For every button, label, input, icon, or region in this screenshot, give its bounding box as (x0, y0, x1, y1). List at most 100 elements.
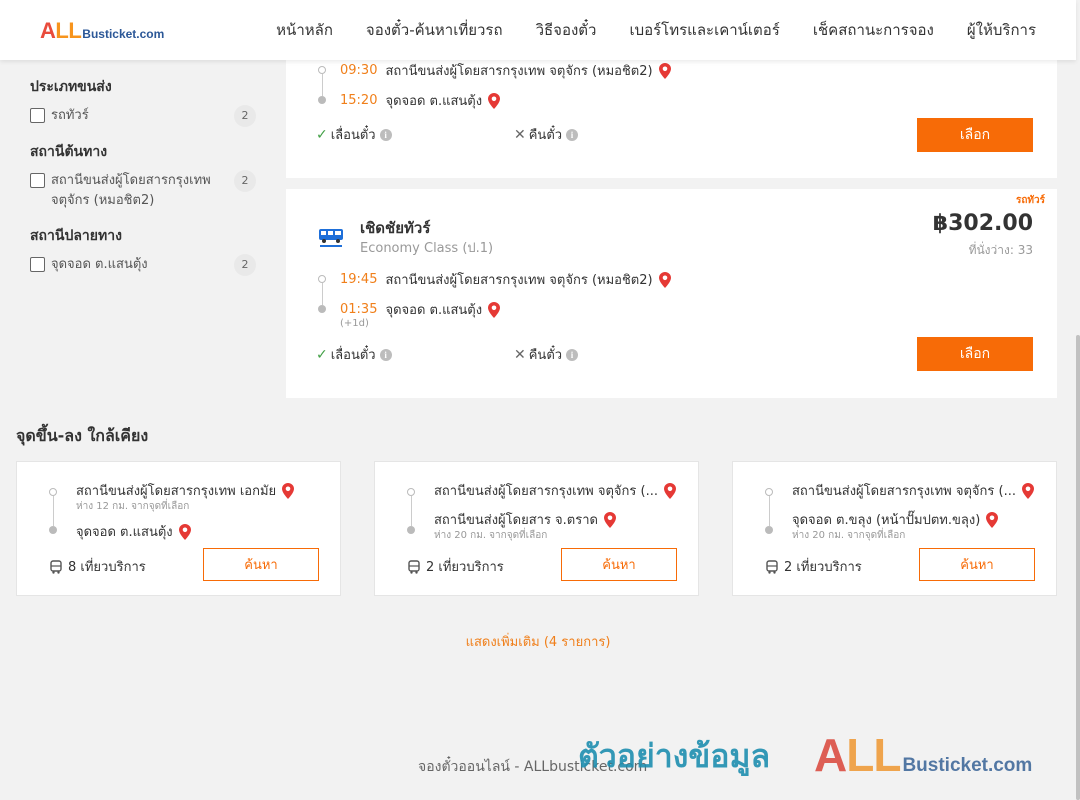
map-pin-icon[interactable] (663, 482, 676, 499)
route-timeline (49, 488, 57, 534)
nearby-search-button[interactable]: ค้นหา (203, 548, 319, 581)
refund-feature: ✕ คืนตั๋ว i (514, 124, 579, 145)
bus-icon (50, 559, 62, 574)
select-trip-button[interactable]: เลือก (917, 337, 1033, 371)
map-pin-icon[interactable] (488, 301, 501, 318)
nearby-from: สถานีขนส่งผู้โดยสารกรุงเทพ เอกมัย (76, 480, 295, 501)
nearby-to-distance: ห่าง 20 กม. จากจุดที่เลือก (792, 530, 906, 541)
origin-dot (49, 488, 57, 496)
filter-checkbox[interactable] (30, 173, 45, 188)
filter-checkbox[interactable] (30, 257, 45, 272)
filter-count-badge: 2 (234, 170, 256, 192)
check-icon: ✓ (316, 346, 328, 363)
filter-option-label: จุดจอด ต.แสนตุ้ง (51, 257, 148, 272)
map-pin-icon[interactable] (282, 482, 295, 499)
filter-option[interactable]: สถานีขนส่งผู้โดยสารกรุงเทพ จตุจักร (หมอช… (30, 170, 256, 211)
nearby-to: จุดจอด ต.แสนตุ้ง (76, 521, 191, 542)
filter-option-left: รถทัวร์ (30, 106, 221, 126)
bus-icon (766, 559, 778, 574)
departure-time: 19:45 (340, 272, 378, 287)
nav-operators[interactable]: ผู้ให้บริการ (967, 18, 1036, 42)
filter-count-badge: 2 (234, 105, 256, 127)
arrival-station: จุดจอด ต.แสนตุ้ง (385, 303, 483, 318)
nearby-trip-count: 8 เที่ยวบริการ (49, 556, 146, 577)
route-line (52, 496, 54, 526)
seats-available: ที่นั่งว่าง: 33 (968, 243, 1033, 257)
logo-all-suffix: LL (55, 18, 82, 43)
logo-all-text: ALL (40, 18, 82, 44)
map-pin-icon[interactable] (658, 62, 671, 79)
nearby-from-distance: ห่าง 12 กม. จากจุดที่เลือก (76, 501, 190, 512)
nav-book-search[interactable]: จองตั๋ว-ค้นหาเที่ยวรถ (366, 18, 503, 42)
map-pin-icon[interactable] (178, 523, 191, 540)
filter-option-label: รถทัวร์ (51, 108, 89, 123)
route-timeline (765, 488, 773, 534)
destination-dot (49, 526, 57, 534)
nearby-section-title: จุดขึ้น-ลง ใกล้เคียง (16, 426, 149, 445)
refund-feature: ✕ คืนตั๋ว i (514, 344, 579, 365)
nearby-to-station: จุดจอด ต.ขลุง (หน้าปั๊มปตท.ขลุง) (792, 513, 981, 528)
logo-all-suffix: LL (846, 729, 901, 781)
nav-booking-status[interactable]: เช็คสถานะการจอง (813, 18, 934, 42)
filter-count-badge: 2 (234, 254, 256, 276)
check-icon: ✓ (316, 126, 328, 143)
departure-row: 09:30 สถานีขนส่งผู้โดยสารกรุงเทพ จตุจักร… (340, 60, 671, 81)
nearby-search-button[interactable]: ค้นหา (561, 548, 677, 581)
map-pin-icon[interactable] (986, 511, 999, 528)
filter-checkbox[interactable] (30, 108, 45, 123)
trip-card: 09:30 สถานีขนส่งผู้โดยสารกรุงเทพ จตุจักร… (286, 60, 1057, 178)
reschedule-label: เลื่อนตั๋ว (330, 348, 376, 363)
nav-contact-counter[interactable]: เบอร์โทรและเคาน์เตอร์ (629, 18, 779, 42)
filter-option[interactable]: จุดจอด ต.แสนตุ้ง 2 (30, 254, 256, 276)
nearby-to-station: สถานีขนส่งผู้โดยสาร จ.ตราด (434, 513, 598, 528)
select-trip-button[interactable]: เลือก (917, 118, 1033, 152)
filter-option-left: สถานีขนส่งผู้โดยสารกรุงเทพ จตุจักร (หมอช… (30, 171, 221, 211)
route-line (321, 283, 323, 305)
refund-label: คืนตั๋ว (528, 128, 563, 143)
x-icon: ✕ (514, 126, 526, 143)
filter-group-origin: สถานีต้นทาง สถานีขนส่งผู้โดยสารกรุงเทพ จ… (30, 141, 256, 211)
nearby-to: สถานีขนส่งผู้โดยสาร จ.ตราด (434, 509, 616, 530)
trip-price: ฿302.00 (932, 211, 1033, 236)
nearby-from: สถานีขนส่งผู้โดยสารกรุงเทพ จตุจักร (... (792, 480, 1034, 501)
nearby-from-station: สถานีขนส่งผู้โดยสารกรุงเทพ จตุจักร (... (434, 484, 658, 499)
map-pin-icon[interactable] (658, 271, 671, 288)
nav-how-to-book[interactable]: วิธีจองตั๋ว (536, 18, 597, 42)
nearby-from-station: สถานีขนส่งผู้โดยสารกรุงเทพ เอกมัย (76, 484, 277, 499)
info-icon[interactable]: i (379, 128, 392, 141)
top-header: ALL Busticket.com หน้าหลัก จองตั๋ว-ค้นหา… (0, 0, 1076, 60)
watermark-logo: ALL Busticket.com (814, 728, 1032, 782)
watermark-logo-all: ALL (814, 728, 901, 782)
scrollbar-thumb[interactable] (1076, 335, 1080, 800)
bus-icon (408, 559, 420, 574)
route-line (410, 496, 412, 526)
filter-title: ประเภทขนส่ง (30, 79, 112, 95)
watermark-logo-all-part: A (814, 729, 847, 781)
route-line (768, 496, 770, 526)
info-icon[interactable]: i (379, 348, 392, 361)
map-pin-icon[interactable] (603, 511, 616, 528)
filter-group-transport-type: ประเภทขนส่ง รถทัวร์ 2 (30, 76, 256, 127)
nearby-from: สถานีขนส่งผู้โดยสารกรุงเทพ จตุจักร (... (434, 480, 676, 501)
map-pin-icon[interactable] (1021, 482, 1034, 499)
logo-busticket-text: Busticket.com (82, 27, 165, 41)
destination-dot (318, 305, 326, 313)
filter-group-destination: สถานีปลายทาง จุดจอด ต.แสนตุ้ง 2 (30, 225, 256, 276)
nearby-to-distance: ห่าง 20 กม. จากจุดที่เลือก (434, 530, 548, 541)
arrival-row: 01:35 จุดจอด ต.แสนตุ้ง (340, 299, 501, 320)
nearby-search-button[interactable]: ค้นหา (919, 548, 1035, 581)
show-more-link[interactable]: แสดงเพิ่มเติม (4 รายการ) (0, 631, 1076, 652)
nearby-to: จุดจอด ต.ขลุง (หน้าปั๊มปตท.ขลุง) (792, 509, 999, 530)
destination-dot (765, 526, 773, 534)
origin-dot (318, 275, 326, 283)
info-icon[interactable]: i (566, 128, 579, 141)
filter-option[interactable]: รถทัวร์ 2 (30, 105, 256, 127)
map-pin-icon[interactable] (488, 92, 501, 109)
trip-count-label: 8 เที่ยวบริการ (68, 560, 146, 575)
site-logo[interactable]: ALL Busticket.com (40, 18, 164, 44)
reschedule-feature: ✓ เลื่อนตั๋ว i (316, 124, 392, 145)
nav-home[interactable]: หน้าหลัก (276, 18, 333, 42)
reschedule-label: เลื่อนตั๋ว (330, 128, 376, 143)
info-icon[interactable]: i (566, 348, 579, 361)
nearby-trip-count: 2 เที่ยวบริการ (407, 556, 504, 577)
